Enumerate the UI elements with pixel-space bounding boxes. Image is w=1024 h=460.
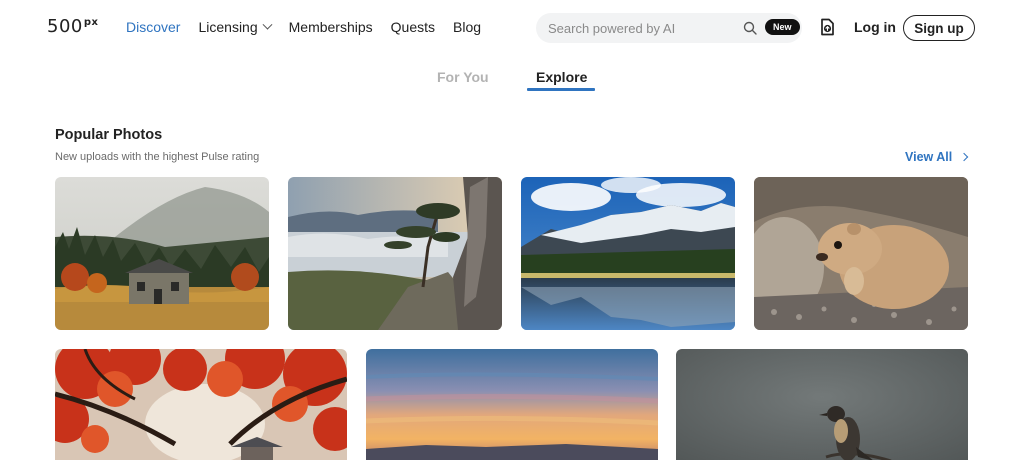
section-title: Popular Photos <box>55 127 163 143</box>
top-navigation-bar: 500px Discover Licensing Memberships Que… <box>0 0 1024 56</box>
signup-button[interactable]: Sign up <box>903 15 975 41</box>
chevron-down-icon <box>262 19 273 30</box>
photo-ground-squirrel <box>754 177 968 330</box>
active-tab-indicator <box>527 88 595 91</box>
view-all-link[interactable]: View All <box>905 150 969 164</box>
nav-blog[interactable]: Blog <box>453 19 481 35</box>
nav-quests[interactable]: Quests <box>391 19 435 35</box>
photo-card[interactable] <box>366 349 658 460</box>
section-subtitle: New uploads with the highest Pulse ratin… <box>55 151 260 163</box>
logo-text: 500 <box>47 16 83 37</box>
search-icon[interactable] <box>743 21 757 35</box>
photo-bird-perched <box>676 349 968 460</box>
login-link[interactable]: Log in <box>854 19 896 35</box>
logo-superscript: px <box>83 17 99 28</box>
photo-pine-valley <box>288 177 502 330</box>
photo-card[interactable] <box>55 177 269 330</box>
nav-memberships[interactable]: Memberships <box>289 19 373 35</box>
nav-licensing[interactable]: Licensing <box>198 19 273 35</box>
tab-for-you[interactable]: For You <box>437 69 489 85</box>
photo-red-maple <box>55 349 347 460</box>
view-all-label: View All <box>905 150 953 164</box>
new-badge: New <box>765 19 800 35</box>
nav-discover-label: Discover <box>126 19 181 35</box>
main-nav: Discover Licensing Memberships Quests Bl… <box>126 19 499 35</box>
nav-memberships-label: Memberships <box>288 19 373 35</box>
tab-explore[interactable]: Explore <box>536 69 587 85</box>
search-bar: New <box>536 13 802 43</box>
nav-discover[interactable]: Discover <box>126 19 180 35</box>
photo-card[interactable] <box>288 177 502 330</box>
nav-licensing-label: Licensing <box>198 19 258 35</box>
chevron-right-icon <box>960 152 969 162</box>
nav-quests-label: Quests <box>390 19 436 35</box>
photo-foggy-house <box>55 177 269 330</box>
upload-icon[interactable] <box>817 17 837 37</box>
photo-card[interactable] <box>521 177 735 330</box>
photo-sunset-sea <box>366 349 658 460</box>
photo-card[interactable] <box>676 349 968 460</box>
photo-card[interactable] <box>55 349 347 460</box>
search-input[interactable] <box>548 20 738 36</box>
photo-card[interactable] <box>754 177 968 330</box>
nav-blog-label: Blog <box>453 19 482 35</box>
photo-mountain-lake <box>521 177 735 330</box>
feed-tabs: For You Explore <box>0 66 1024 94</box>
500px-logo[interactable]: 500px <box>47 16 98 37</box>
